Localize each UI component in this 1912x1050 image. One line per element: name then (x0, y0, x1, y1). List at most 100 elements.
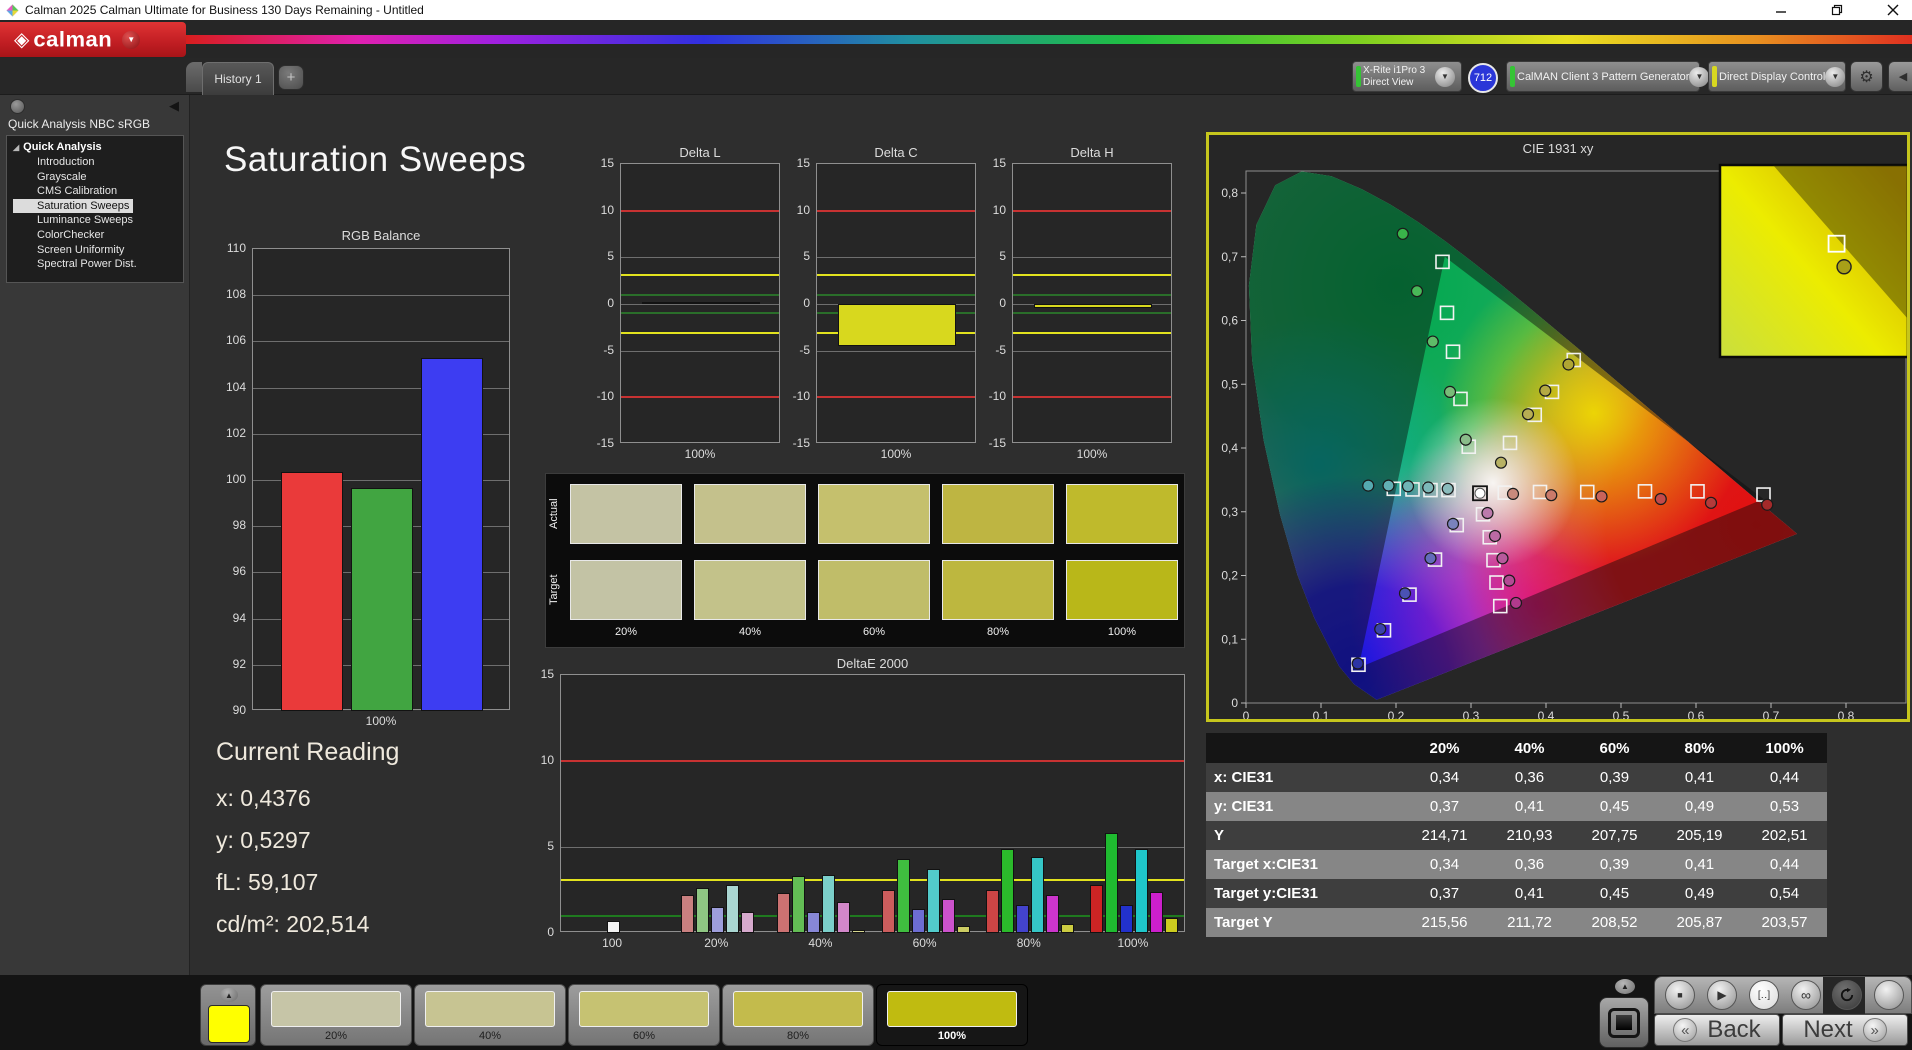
bar (740, 912, 754, 933)
pattern-swatch-20%[interactable]: 20% (260, 984, 412, 1046)
add-tab-button[interactable]: + (278, 65, 304, 90)
meter-mode: Direct View (1363, 76, 1414, 88)
pattern-expand-button[interactable]: ▲ (220, 988, 238, 1002)
measured-point (1398, 587, 1412, 600)
stop-button[interactable]: ■ (1665, 980, 1695, 1010)
tree-root[interactable]: ◢ Quick Analysis (13, 140, 183, 155)
extra-button[interactable] (1874, 980, 1904, 1010)
pattern-swatch-100%[interactable]: 100% (876, 984, 1028, 1046)
window-title: Calman 2025 Calman Ultimate for Business… (25, 3, 424, 17)
chart-dc-ytick: 15 (796, 156, 810, 170)
tree-item-cms-calibration[interactable]: CMS Calibration (13, 184, 183, 199)
white-point-measured (1474, 487, 1486, 499)
chart-rgb-ytick: 106 (225, 333, 246, 348)
cell-value: 203,57 (1742, 908, 1827, 937)
bar (1134, 848, 1148, 933)
current-pattern-swatch (208, 1005, 250, 1043)
table-row: Target y:CIE31 0,37 0,41 0,45 0,49 0,54 (1206, 879, 1827, 908)
chart-rgb-ytick: 110 (226, 241, 246, 255)
continuous-measure-button[interactable]: ∞ (1791, 980, 1821, 1010)
rgb-balance-chart: RGB Balance 110 108 106 104 102 100 98 96 94 92 90 1… (214, 228, 520, 736)
table-header-label (1206, 733, 1402, 763)
swatch-label: 100% (937, 1030, 967, 1042)
sidebar-collapse-icon[interactable]: ◀ (169, 98, 179, 114)
sidebar-options-button[interactable] (10, 99, 25, 114)
pattern-swatch-80%[interactable]: 80% (722, 984, 874, 1046)
chart-dh-xtick: 100% (1076, 447, 1108, 461)
collapse-panel-button[interactable]: ◀ (1888, 61, 1912, 92)
row-label: Y (1206, 821, 1402, 850)
measured-point (1595, 490, 1608, 503)
chart-dl-ytick: -15 (596, 436, 614, 450)
swatch-chip (271, 991, 401, 1027)
next-button[interactable]: Next » (1782, 1014, 1908, 1046)
chart-de-plot (560, 674, 1185, 933)
swatch-col-label: 40% (738, 626, 762, 638)
display-control-label: Direct Display Control (1719, 70, 1826, 83)
reference-line (1013, 396, 1171, 399)
bar (941, 898, 955, 933)
reference-line (817, 274, 975, 277)
chart-rgb-xtick: 100% (365, 714, 397, 728)
transport-expand-button[interactable]: ▲ (1615, 979, 1635, 994)
actual-swatch-60% (818, 484, 930, 544)
cell-value: 211,72 (1487, 908, 1572, 937)
svg-text:0,7: 0,7 (1763, 709, 1780, 719)
measured-point (1506, 487, 1520, 500)
pattern-generator-button[interactable]: CalMAN Client 3 Pattern Generator ▼ (1506, 61, 1710, 92)
bar (838, 304, 956, 347)
pattern-swatch-40%[interactable]: 40% (414, 984, 566, 1046)
swatch-chip (579, 991, 709, 1027)
reference-line (621, 312, 779, 315)
tab-history-1[interactable]: History 1 (202, 62, 274, 95)
tree-item-saturation-sweeps[interactable]: Saturation Sweeps (13, 198, 134, 214)
display-control-dropdown[interactable]: ▼ (1825, 66, 1846, 87)
single-measure-button[interactable]: [‥] (1749, 980, 1779, 1010)
bar (777, 893, 791, 933)
chart-dh-ytick: -15 (988, 436, 1006, 450)
tree-item-screen-uniformity[interactable]: Screen Uniformity (13, 243, 183, 258)
chart-dh-title: Delta H (1070, 145, 1114, 160)
settings-button[interactable]: ⚙ (1850, 61, 1883, 92)
refresh-button[interactable] (1832, 980, 1862, 1010)
meter-dropdown[interactable]: ▼ (1435, 66, 1455, 87)
cell-value: 0,41 (1487, 879, 1572, 908)
cell-value: 210,93 (1487, 821, 1572, 850)
bar (281, 471, 343, 711)
chevron-down-icon: ▼ (1831, 72, 1840, 81)
chart-dl-ytick: -10 (596, 389, 614, 404)
meter-device-button[interactable]: X-Rite i1Pro 3 Direct View ▼ (1352, 61, 1462, 92)
restore-button[interactable] (1826, 2, 1848, 18)
reference-line (1013, 331, 1171, 334)
display-control-button[interactable]: Direct Display Control ▼ (1708, 61, 1846, 92)
tree-item-colorchecker[interactable]: ColorChecker (13, 228, 183, 243)
tree-item-introduction[interactable]: Introduction (13, 155, 183, 170)
gridline (253, 295, 509, 297)
delta-l-chart: Delta L 15 10 5 0 -5 -10 -15 100% (584, 145, 784, 467)
play-button[interactable]: ▶ (1707, 980, 1737, 1010)
back-button[interactable]: « Back (1654, 1014, 1780, 1046)
chart-dh-ytick: 10 (992, 202, 1006, 217)
tree-expander-icon: ◢ (13, 143, 20, 152)
stop-measurement-button[interactable] (1599, 997, 1649, 1048)
pattern-swatch-60%[interactable]: 60% (568, 984, 720, 1046)
minimize-button[interactable] (1770, 2, 1792, 18)
chart-dh-ytick: -10 (988, 389, 1006, 404)
tree-item-spectral-power-dist-[interactable]: Spectral Power Dist. (13, 257, 183, 272)
logo-menu-button[interactable]: ▼ (122, 30, 141, 49)
bar (421, 357, 483, 711)
bar (956, 926, 970, 933)
chart-rgb-ytick: 94 (232, 610, 246, 625)
svg-text:0,2: 0,2 (1221, 569, 1238, 583)
tree-item-grayscale[interactable]: Grayscale (13, 170, 183, 185)
cie-chart-title: CIE 1931 xy (1522, 141, 1594, 156)
reference-line (1013, 274, 1171, 277)
row-label: Target y:CIE31 (1206, 879, 1402, 908)
svg-text:0,3: 0,3 (1221, 505, 1238, 519)
sidebar: ◀ Quick Analysis NBC sRGB ◢ Quick Analysi… (0, 95, 190, 975)
chart-de-ytick: 15 (540, 667, 554, 681)
tree-item-luminance-sweeps[interactable]: Luminance Sweeps (13, 213, 183, 228)
bar (1060, 924, 1074, 933)
pattern-generator-dropdown[interactable]: ▼ (1689, 66, 1710, 87)
close-button[interactable] (1882, 2, 1904, 18)
